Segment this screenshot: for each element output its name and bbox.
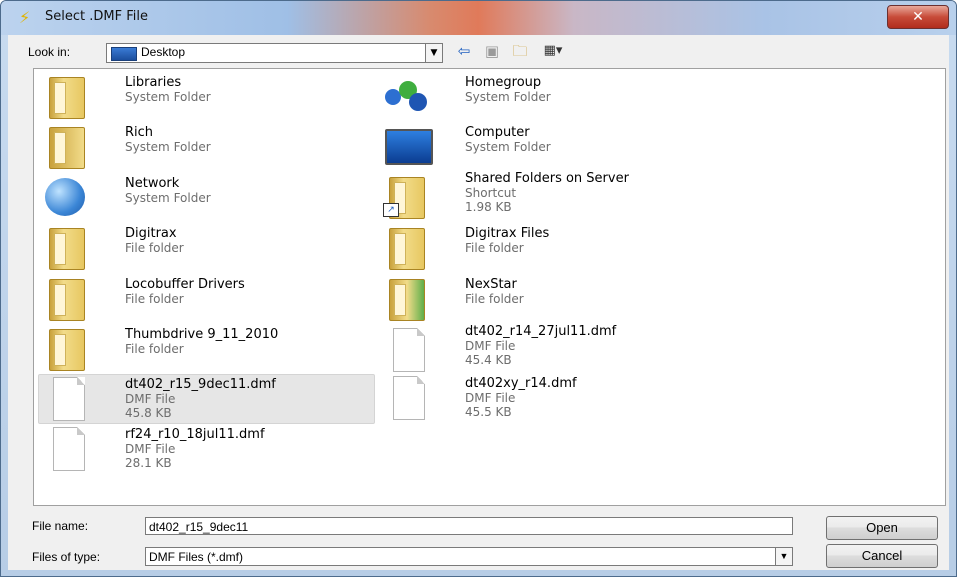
item-type: DMF File (125, 442, 176, 456)
folder-icon (49, 279, 85, 321)
network-globe-icon (45, 178, 85, 216)
title-bar: ⚡ Select .DMF File ✕ (1, 1, 956, 35)
file-type-dropdown[interactable]: DMF Files (*.dmf) ▼ (145, 547, 793, 566)
item-type: DMF File (465, 339, 516, 353)
file-name-input[interactable]: dt402_r15_9dec11 (145, 517, 793, 535)
list-item[interactable]: rf24_r10_18jul11.dmf DMF File 28.1 KB (39, 425, 374, 473)
document-icon (53, 427, 85, 471)
item-type: System Folder (465, 140, 551, 154)
cancel-button[interactable]: Cancel (826, 544, 938, 568)
item-size: 1.98 KB (465, 200, 512, 214)
item-name: Shared Folders on Server (465, 171, 629, 186)
list-item[interactable]: Network System Folder (39, 174, 374, 222)
list-item[interactable]: Digitrax Files File folder (379, 224, 714, 272)
item-name: Locobuffer Drivers (125, 277, 245, 292)
desktop-icon (111, 47, 137, 61)
folder-icon (389, 279, 425, 321)
look-in-dropdown[interactable]: Desktop ▼ (106, 43, 443, 63)
close-button[interactable]: ✕ (887, 5, 949, 29)
shortcut-arrow-icon: ↗ (383, 203, 399, 217)
list-item[interactable]: Rich System Folder (39, 123, 374, 171)
list-item[interactable]: Digitrax File folder (39, 224, 374, 272)
folder-icon (389, 228, 425, 270)
computer-icon (385, 129, 433, 165)
up-folder-icon[interactable]: ▣ (481, 41, 503, 61)
item-type: Shortcut (465, 186, 517, 200)
item-name: dt402xy_r14.dmf (465, 376, 577, 391)
user-folder-icon (49, 127, 85, 169)
list-item[interactable]: Homegroup System Folder (379, 73, 714, 121)
file-list[interactable]: Libraries System Folder Rich System Fold… (33, 68, 946, 506)
libraries-folder-icon (49, 77, 85, 119)
list-item[interactable]: NexStar File folder (379, 275, 714, 323)
list-item[interactable]: dt402xy_r14.dmf DMF File 45.5 KB (379, 374, 714, 422)
view-menu-icon[interactable]: ▦▾ (538, 41, 568, 61)
document-icon (53, 377, 85, 421)
item-name: rf24_r10_18jul11.dmf (125, 427, 265, 442)
item-type: File folder (125, 292, 184, 306)
item-name: dt402_r14_27jul11.dmf (465, 324, 617, 339)
document-icon (393, 328, 425, 372)
open-button[interactable]: Open (826, 516, 938, 540)
list-item[interactable]: ↗ Shared Folders on Server Shortcut 1.98… (379, 169, 714, 219)
folder-icon (49, 329, 85, 371)
item-name: Thumbdrive 9_11_2010 (125, 327, 279, 342)
item-type: System Folder (465, 90, 551, 104)
item-name: Computer (465, 125, 530, 140)
item-size: 45.4 KB (465, 353, 512, 367)
item-name: Homegroup (465, 75, 542, 90)
item-type: System Folder (125, 191, 211, 205)
file-type-value: DMF Files (*.dmf) (149, 550, 243, 564)
list-item[interactable]: Locobuffer Drivers File folder (39, 275, 374, 323)
chevron-down-icon[interactable]: ▼ (425, 44, 442, 62)
list-item[interactable]: Computer System Folder (379, 123, 714, 171)
item-type: File folder (125, 241, 184, 255)
list-item-selected[interactable]: dt402_r15_9dec11.dmf DMF File 45.8 KB (38, 374, 375, 424)
item-type: System Folder (125, 90, 211, 104)
folder-icon (49, 228, 85, 270)
item-type: File folder (125, 342, 184, 356)
look-in-label: Look in: (28, 45, 71, 59)
list-item[interactable]: dt402_r14_27jul11.dmf DMF File 45.4 KB (379, 322, 714, 372)
item-type: File folder (465, 292, 524, 306)
item-name: Digitrax Files (465, 226, 550, 241)
list-item[interactable]: Thumbdrive 9_11_2010 File folder (39, 325, 374, 373)
item-type: DMF File (125, 392, 176, 406)
item-name: dt402_r15_9dec11.dmf (125, 377, 276, 392)
item-type: DMF File (465, 391, 516, 405)
item-size: 45.8 KB (125, 406, 172, 420)
homegroup-icon (385, 81, 429, 113)
item-type: File folder (465, 241, 524, 255)
look-in-value: Desktop (141, 45, 186, 59)
dialog-title: Select .DMF File (45, 9, 148, 24)
new-folder-icon[interactable]: 🗀 (508, 41, 532, 61)
dialog-body: Look in: Desktop ▼ ⇦ ▣ 🗀 ▦▾ Libraries Sy… (8, 35, 949, 570)
back-arrow-icon[interactable]: ⇦ (453, 41, 475, 61)
file-dialog-window: ⚡ Select .DMF File ✕ Look in: Desktop ▼ … (0, 0, 957, 577)
document-icon (393, 376, 425, 420)
item-name: NexStar (465, 277, 517, 292)
file-type-label: Files of type: (32, 550, 101, 564)
item-size: 28.1 KB (125, 456, 172, 470)
chevron-down-icon[interactable]: ▼ (775, 548, 792, 565)
item-name: Libraries (125, 75, 182, 90)
item-type: System Folder (125, 140, 211, 154)
file-name-label: File name: (32, 519, 89, 533)
item-name: Rich (125, 125, 154, 140)
dialog-app-icon: ⚡ (19, 8, 31, 27)
item-size: 45.5 KB (465, 405, 512, 419)
list-item[interactable]: Libraries System Folder (39, 73, 374, 121)
item-name: Digitrax (125, 226, 177, 241)
item-name: Network (125, 176, 180, 191)
